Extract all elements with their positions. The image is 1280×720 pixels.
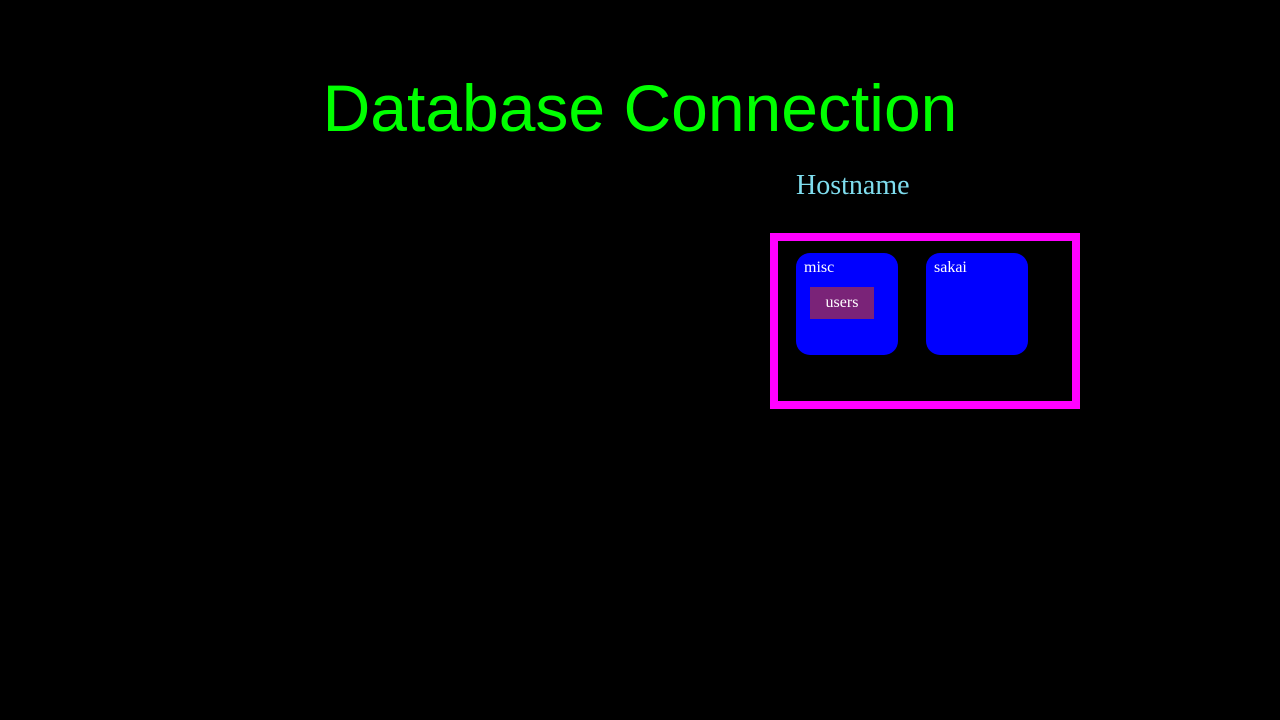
- database-misc: misc users: [796, 253, 898, 355]
- hostname-label: Hostname: [796, 170, 910, 202]
- database-name: sakai: [934, 259, 1020, 277]
- page-title: Database Connection: [323, 70, 958, 146]
- database-container: misc users sakai: [796, 253, 1054, 355]
- database-sakai: sakai: [926, 253, 1028, 355]
- database-name: misc: [804, 259, 890, 277]
- table-users: users: [810, 287, 874, 319]
- host-box: misc users sakai: [770, 233, 1080, 409]
